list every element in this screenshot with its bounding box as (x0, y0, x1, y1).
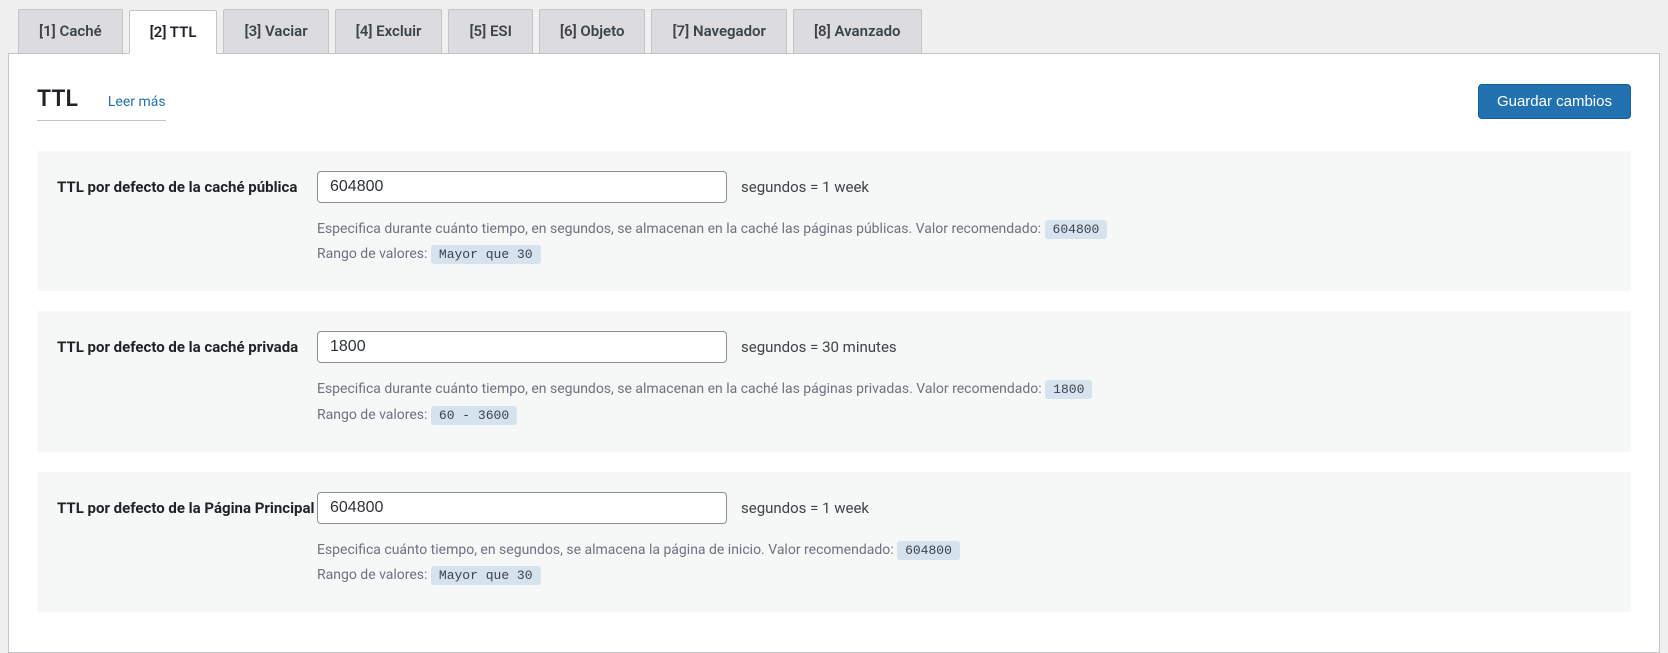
setting-row: TTL por defecto de la caché privadasegun… (37, 311, 1631, 451)
heading-left: TTL Leer más (37, 85, 166, 121)
setting-description: Especifica durante cuánto tiempo, en seg… (317, 377, 1611, 402)
setting-label: TTL por defecto de la Página Principal (57, 492, 317, 588)
tab-4[interactable]: [5] ESI (448, 9, 532, 53)
setting-label: TTL por defecto de la caché pública (57, 171, 317, 267)
save-button[interactable]: Guardar cambios (1478, 84, 1631, 119)
input-line: segundos = 1 week (317, 492, 1611, 524)
range-badge: Mayor que 30 (431, 245, 541, 264)
setting-body: segundos = 30 minutes Especifica durante … (317, 331, 1611, 427)
setting-description: Especifica durante cuánto tiempo, en seg… (317, 217, 1611, 242)
range-badge: Mayor que 30 (431, 566, 541, 585)
setting-label: TTL por defecto de la caché privada (57, 331, 317, 427)
ttl-input[interactable] (317, 331, 727, 363)
tab-3[interactable]: [4] Excluir (335, 9, 443, 53)
tab-0[interactable]: [1] Caché (18, 9, 123, 53)
section-title: TTL (37, 85, 78, 112)
recommended-value-badge: 604800 (1045, 220, 1108, 239)
input-line: segundos = 30 minutes (317, 331, 1611, 363)
ttl-input[interactable] (317, 171, 727, 203)
recommended-value-badge: 1800 (1045, 380, 1092, 399)
ttl-input[interactable] (317, 492, 727, 524)
tab-5[interactable]: [6] Objeto (539, 9, 646, 53)
setting-range: Rango de valores: 60 - 3600 (317, 403, 1611, 428)
tab-7[interactable]: [8] Avanzado (793, 9, 922, 53)
unit-label: segundos = 1 week (741, 499, 869, 517)
settings-list: TTL por defecto de la caché públicasegun… (37, 151, 1631, 612)
tab-1[interactable]: [2] TTL (129, 10, 218, 54)
setting-description: Especifica cuánto tiempo, en segundos, s… (317, 538, 1611, 563)
settings-panel: TTL Leer más Guardar cambios TTL por def… (8, 53, 1660, 653)
unit-label: segundos = 30 minutes (741, 338, 897, 356)
setting-body: segundos = 1 week Especifica durante cuán… (317, 171, 1611, 267)
tab-2[interactable]: [3] Vaciar (223, 9, 328, 53)
setting-row: TTL por defecto de la caché públicasegun… (37, 151, 1631, 291)
setting-row: TTL por defecto de la Página Principalse… (37, 472, 1631, 612)
tab-bar: [1] Caché[2] TTL[3] Vaciar[4] Excluir[5]… (0, 0, 1668, 53)
tab-6[interactable]: [7] Navegador (651, 9, 787, 53)
recommended-value-badge: 604800 (897, 541, 960, 560)
setting-range: Rango de valores: Mayor que 30 (317, 242, 1611, 267)
setting-body: segundos = 1 week Especifica cuánto tiemp… (317, 492, 1611, 588)
range-badge: 60 - 3600 (431, 406, 517, 425)
read-more-link[interactable]: Leer más (108, 94, 166, 110)
heading-row: TTL Leer más Guardar cambios (37, 84, 1631, 121)
unit-label: segundos = 1 week (741, 178, 869, 196)
input-line: segundos = 1 week (317, 171, 1611, 203)
setting-range: Rango de valores: Mayor que 30 (317, 563, 1611, 588)
